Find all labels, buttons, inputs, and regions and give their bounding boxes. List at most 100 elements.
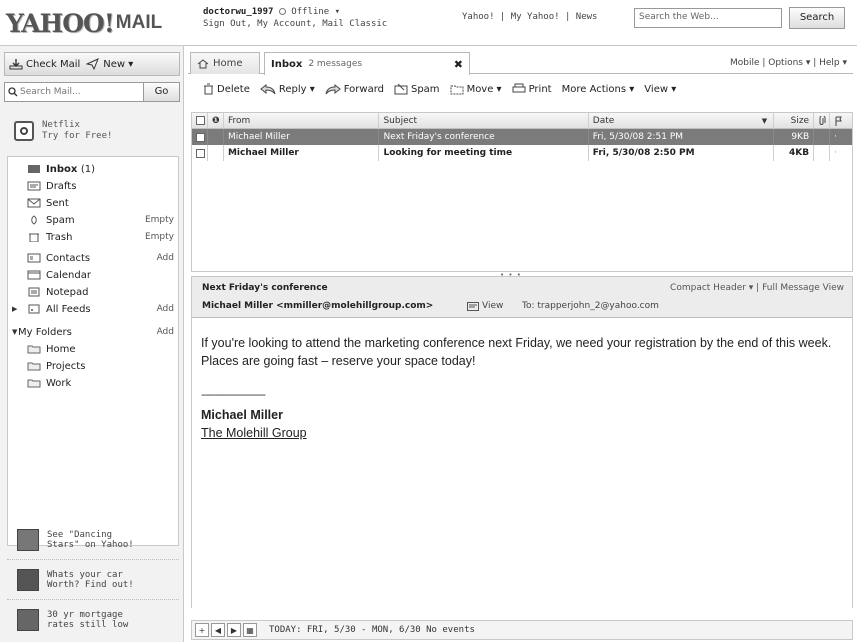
signature-company-link[interactable]: The Molehill Group [201,424,843,442]
tab-inbox-label: Inbox [271,58,303,70]
view-contact-button[interactable]: View [467,301,503,311]
sidebar-item-inbox[interactable]: Inbox (1) [8,161,180,177]
priority-column-icon[interactable]: ❶ [208,113,224,128]
sidebar-item-contacts[interactable]: Contacts Add [8,250,180,266]
folder-icon [26,360,42,372]
row-flag-icon[interactable]: · [830,129,852,145]
promo-car-worth[interactable]: Whats your car Worth? Find out! [7,560,179,600]
top-right-links[interactable]: Mobile | Options ▾ | Help ▾ [730,58,847,68]
row-checkbox[interactable] [192,129,208,145]
calendar-summary: TODAY: FRI, 5/30 - MON, 6/30 No events [269,625,475,635]
sidebar-item-label: Calendar [46,269,91,281]
select-all-checkbox-column[interactable] [192,113,208,128]
message-toolbar: Delete Reply ▾ Forward Spam Move ▾ Print… [188,78,853,100]
sidebar-item-label: My Folders [18,326,72,338]
web-search-button[interactable]: Search [789,7,845,29]
spam-button[interactable]: Spam [394,83,440,95]
sidebar-item-my-folders[interactable]: ▼ My Folders Add [8,324,180,340]
collapse-triangle-icon[interactable]: ▼ [12,328,17,336]
tab-home[interactable]: Home [190,52,260,74]
feeds-add-link[interactable]: Add [157,304,174,314]
contacts-add-link[interactable]: Add [157,253,174,263]
go-button[interactable]: Go [144,82,180,102]
trash-icon [26,231,42,243]
sidebar-item-trash[interactable]: Trash Empty [8,229,180,245]
car-icon [17,568,39,591]
spam-empty-link[interactable]: Empty [145,215,174,225]
folder-icon [26,377,42,389]
promo-line: rates still low [47,620,129,630]
table-row[interactable]: Michael Miller Next Friday's conference … [192,129,852,145]
move-button[interactable]: Move ▾ [450,83,502,95]
row-priority [208,145,224,161]
row-flag-icon[interactable]: · [830,145,852,161]
mail-search-input[interactable]: Search Mail... [4,82,144,102]
print-label: Print [528,83,552,95]
sidebar-item-label: All Feeds [46,303,91,315]
sidebar-item-projects[interactable]: Projects [8,358,180,374]
column-subject[interactable]: Subject [379,113,589,128]
add-event-icon[interactable]: + [195,623,209,637]
status-circle-icon [278,8,286,15]
netflix-tagline: Try for Free! [42,131,113,141]
folders-add-link[interactable]: Add [157,327,174,337]
contact-card-icon [467,301,479,311]
trash-empty-link[interactable]: Empty [145,232,174,242]
view-menu[interactable]: View ▾ [644,84,676,95]
sort-desc-icon: ▼ [761,116,768,125]
row-subject: Looking for meeting time [379,145,589,161]
sidebar-item-all-feeds[interactable]: ▶ All Feeds Add [8,301,180,317]
account-links[interactable]: Sign Out, My Account, Mail Classic [203,18,387,30]
row-checkbox[interactable] [192,145,208,161]
sidebar-item-home[interactable]: Home [8,341,180,357]
yahoo-mail-logo[interactable]: YAHOO! MAIL [6,4,184,42]
row-size: 4KB [774,145,815,161]
calendar-icon[interactable]: ▦ [243,623,257,637]
check-mail-button[interactable]: Check Mail [9,58,80,70]
reply-button[interactable]: Reply ▾ [260,83,315,95]
column-date[interactable]: Date ▼ [589,113,775,128]
attachment-column-icon[interactable] [814,113,831,128]
sidebar-item-work[interactable]: Work [8,375,180,391]
delete-button[interactable]: Delete [202,83,250,95]
feeds-icon [26,303,42,315]
flag-column-icon[interactable] [830,113,852,128]
close-tab-icon[interactable]: ✖ [454,58,463,71]
print-button[interactable]: Print [512,83,552,95]
next-arrow-icon[interactable]: ▶ [227,623,241,637]
netflix-promo[interactable]: Netflix Try for Free! [14,120,112,142]
table-row[interactable]: Michael Miller Looking for meeting time … [192,145,852,161]
tab-bar: Home Inbox 2 messages ✖ Mobile | Options… [188,50,853,75]
sidebar-item-notepad[interactable]: Notepad [8,284,180,300]
new-button[interactable]: New ▾ [86,58,133,70]
header-view-links[interactable]: Compact Header ▾ | Full Message View [670,283,844,293]
promo-dancing-stars[interactable]: See "Dancing Stars" on Yahoo! [7,520,179,560]
row-from: Michael Miller [224,145,380,161]
sidebar-item-calendar[interactable]: Calendar [8,267,180,283]
preview-header: Next Friday's conference Compact Header … [191,276,853,318]
promo-line: 30 yr mortgage [47,610,123,620]
preview-from[interactable]: Michael Miller <mmiller@molehillgroup.co… [202,301,433,311]
sidebar-item-label: Trash [46,231,73,243]
forward-button[interactable]: Forward [325,83,384,95]
column-from[interactable]: From [224,113,380,128]
move-label: Move ▾ [466,83,502,95]
sidebar-item-sent[interactable]: Sent [8,195,180,211]
tab-inbox[interactable]: Inbox 2 messages ✖ [264,52,470,75]
promo-mortgage[interactable]: 30 yr mortgage rates still low [7,600,179,640]
top-links[interactable]: Yahoo! | My Yahoo! | News [462,12,597,22]
forward-label: Forward [343,83,384,95]
check-mail-icon [9,59,23,70]
promo-line: See "Dancing [47,529,113,540]
sidebar-item-spam[interactable]: Spam Empty [8,212,180,228]
column-size[interactable]: Size [774,113,815,128]
spam-icon [394,83,408,95]
more-actions-menu[interactable]: More Actions ▾ [562,84,635,95]
row-from: Michael Miller [224,129,380,145]
status-dropdown[interactable]: Offline ▾ [291,7,340,17]
sidebar-item-drafts[interactable]: Drafts [8,178,180,194]
web-search-input[interactable]: Search the Web... [634,8,782,28]
expand-triangle-icon[interactable]: ▶ [12,305,17,313]
sidebar-item-label: Spam [46,214,75,226]
prev-arrow-icon[interactable]: ◀ [211,623,225,637]
